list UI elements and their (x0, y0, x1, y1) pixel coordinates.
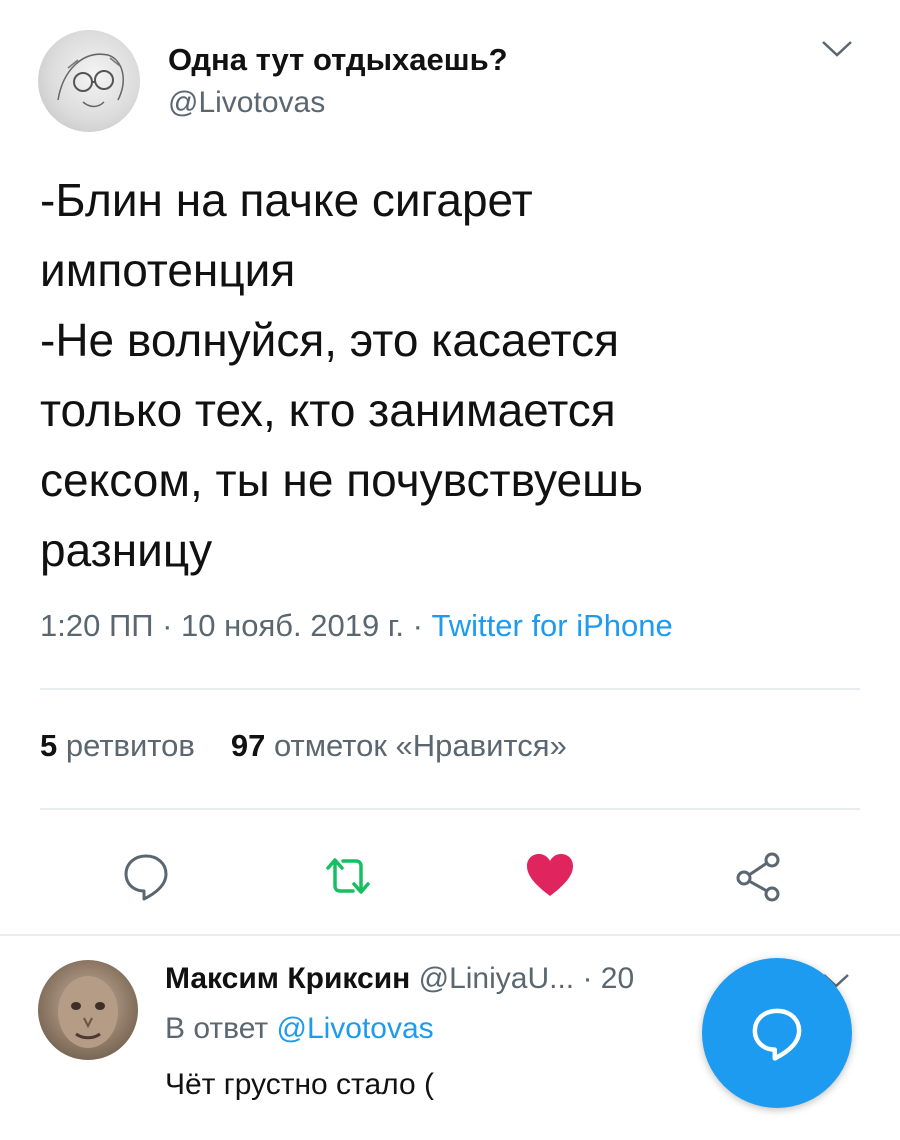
share-icon[interactable] (730, 848, 786, 904)
reply-timestamp[interactable]: · 20 (574, 962, 634, 995)
reply-header: Максим Криксин @LiniyaU... · 20 (165, 962, 634, 996)
chevron-down-icon[interactable] (820, 38, 854, 60)
tweet-text: -Блин на пачке сигарет импотенция -Не во… (40, 174, 643, 576)
retweet-icon[interactable] (320, 848, 376, 904)
likes-count: 97 (230, 728, 266, 763)
face-photo-icon (58, 976, 118, 1048)
likes-stat[interactable]: 97 отметок «Нравится» (231, 728, 567, 763)
author-handle[interactable]: @Livotovas (168, 86, 325, 120)
section-divider (0, 934, 900, 936)
author-display-name[interactable]: Одна тут отдыхаешь? (168, 42, 508, 78)
retweets-stat[interactable]: 5 ретвитов (40, 728, 195, 763)
retweets-label: ретвитов (65, 728, 195, 763)
in-reply-to-handle[interactable]: @Livotovas (276, 1012, 433, 1045)
heart-icon[interactable] (522, 848, 578, 904)
in-reply-to: В ответ @Livotovas (165, 1012, 434, 1046)
sketch-portrait-icon (57, 53, 124, 108)
author-avatar[interactable] (38, 30, 140, 132)
comment-icon (752, 1008, 802, 1061)
reply-author-avatar[interactable] (38, 960, 138, 1060)
tweet-timestamp[interactable]: 1:20 ПП · 10 нояб. 2019 г. · (40, 608, 432, 643)
retweets-count: 5 (40, 728, 58, 763)
divider (40, 808, 860, 810)
divider (40, 688, 860, 690)
tweet-source-link[interactable]: Twitter for iPhone (432, 608, 673, 643)
reply-author-name[interactable]: Максим Криксин (165, 962, 410, 995)
reply-text: Чёт грустно стало ( (165, 1068, 434, 1101)
tweet-meta: 1:20 ПП · 10 нояб. 2019 г. · Twitter for… (40, 608, 673, 644)
comment-icon[interactable] (118, 848, 174, 904)
likes-label: отметок «Нравится» (273, 728, 567, 763)
reply-author-handle[interactable]: @LiniyaU... (419, 962, 575, 995)
compose-reply-button[interactable] (702, 958, 852, 1108)
in-reply-to-label: В ответ (165, 1012, 269, 1045)
tweet-stats: 5 ретвитов 97 отметок «Нравится» (40, 728, 567, 764)
